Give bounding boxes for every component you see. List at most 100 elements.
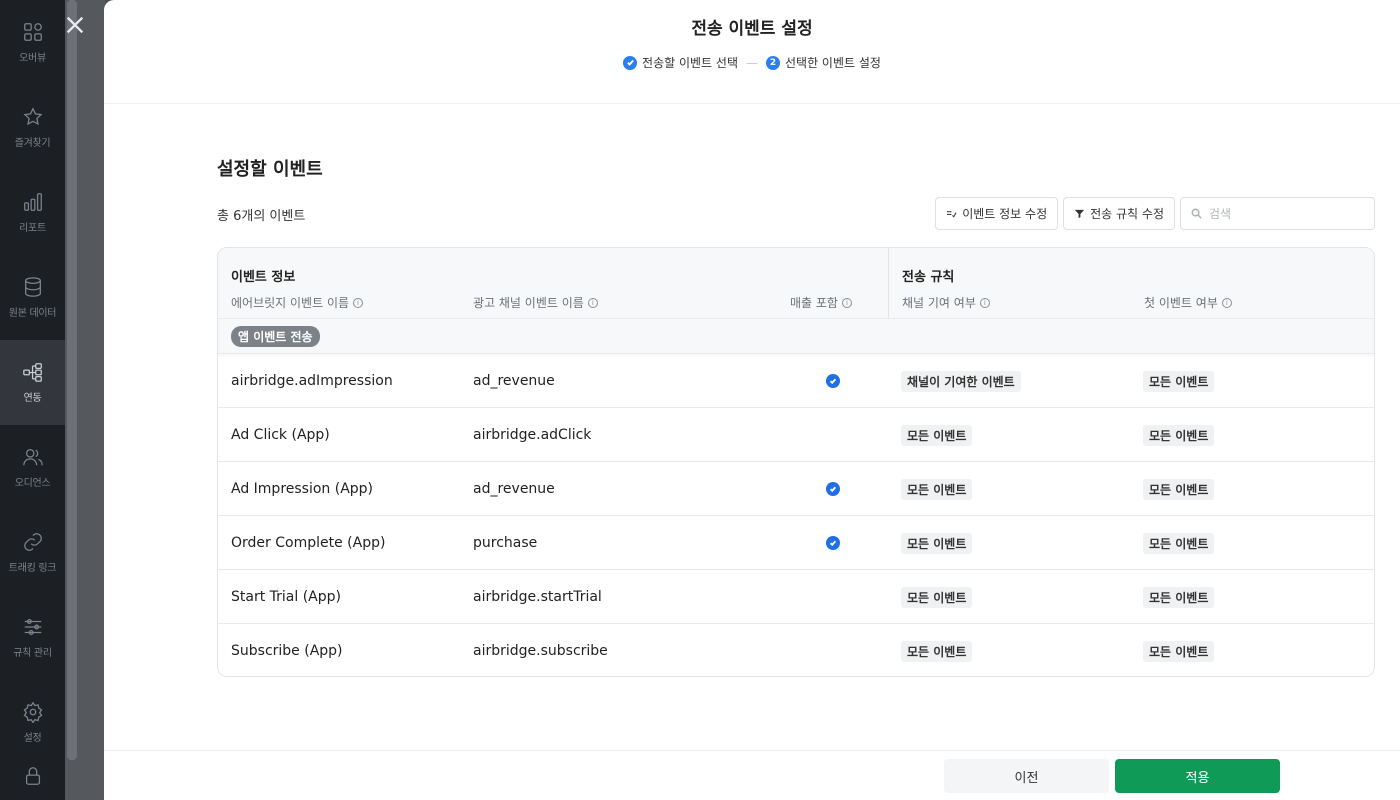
apply-button[interactable]: 적용 [1115, 759, 1280, 793]
filter-icon [1075, 209, 1085, 219]
info-icon[interactable]: i [353, 297, 364, 308]
sidebar-item-overview[interactable]: 오버뷰 [0, 0, 65, 85]
cell-revenue [826, 516, 840, 570]
search-input[interactable] [1209, 206, 1359, 221]
airbridge-event-name: airbridge.adImpression [231, 373, 393, 389]
first-event-tag: 모든 이벤트 [1143, 532, 1215, 554]
table-row[interactable]: Start Trial (App) airbridge.startTrial 모든 … [218, 570, 1374, 624]
table-body: airbridge.adImpression ad_revenue 채널이 기여한 … [218, 354, 1374, 676]
event-count: 총 6개의 이벤트 [217, 209, 306, 224]
cell-attribution: 채널이 기여한 이벤트 [901, 354, 1021, 408]
bar-chart-icon [23, 193, 42, 211]
sidebar-item-audience[interactable]: 오디언스 [0, 425, 65, 510]
close-icon [66, 16, 84, 34]
table-row[interactable]: Order Complete (App) purchase 모든 이벤트 모든 이벤트 [218, 516, 1374, 570]
table-row[interactable]: airbridge.adImpression ad_revenue 채널이 기여한 … [218, 354, 1374, 408]
sidebar-item-label: 규칙 관리 [13, 648, 52, 659]
cell-first-event: 모든 이벤트 [1143, 408, 1215, 462]
step-label: 전송할 이벤트 선택 [642, 56, 738, 70]
column-label: 첫 이벤트 여부 [1144, 296, 1218, 310]
first-event-tag: 모든 이벤트 [1143, 640, 1215, 662]
events-table: 이벤트 정보 전송 규칙 에어브릿지 이벤트 이름 i 광고 채널 이벤트 이름… [217, 247, 1375, 677]
column-label: 매출 포함 [790, 296, 838, 310]
step-configure-events: 2 선택한 이벤트 설정 [766, 54, 881, 71]
table-header: 이벤트 정보 전송 규칙 에어브릿지 이벤트 이름 i 광고 채널 이벤트 이름… [218, 248, 1374, 319]
sidebar-item-label: 오버뷰 [19, 53, 46, 64]
gear-icon [23, 701, 42, 723]
search-icon [1191, 208, 1202, 219]
sidebar-item-settings[interactable]: 설정 [0, 680, 65, 765]
cell-revenue [826, 354, 840, 408]
attribution-tag: 모든 이벤트 [901, 478, 973, 500]
check-circle-icon [826, 536, 840, 550]
sliders-icon [24, 619, 41, 635]
col-channel-event-name: 광고 채널 이벤트 이름 i [473, 294, 598, 311]
sidebar-item-label: 연동 [23, 393, 42, 404]
airbridge-event-name: Order Complete (App) [231, 535, 386, 551]
sidebar-item-label: 오디언스 [14, 478, 51, 489]
edit-event-info-button[interactable]: 이벤트 정보 수정 [935, 197, 1059, 230]
backdrop-scrollbar [67, 0, 77, 760]
cell-channel-name: purchase [473, 516, 537, 570]
sidebar-item-label: 원본 데이터 [8, 308, 57, 319]
cell-channel-name: airbridge.adClick [473, 408, 591, 462]
col-first-event: 첫 이벤트 여부 i [1144, 294, 1232, 311]
group-chip: 앱 이벤트 전송 [231, 326, 320, 347]
overview-icon [23, 23, 42, 41]
section-title: 설정할 이벤트 [217, 159, 323, 180]
info-icon[interactable]: i [1221, 297, 1232, 308]
first-event-tag: 모든 이벤트 [1143, 370, 1215, 392]
sidebar-item-reports[interactable]: 리포트 [0, 170, 65, 255]
first-event-tag: 모든 이벤트 [1143, 424, 1215, 446]
sidebar-item-favorites[interactable]: 즐겨찾기 [0, 85, 65, 170]
sidebar-item-integration[interactable]: 연동 [0, 340, 65, 425]
group-title-event-info: 이벤트 정보 [231, 270, 296, 285]
column-label: 채널 기여 여부 [902, 296, 976, 310]
cell-airbridge-name: Subscribe (App) [231, 624, 343, 676]
sidebar-item-tracking-link[interactable]: 트래킹 링크 [0, 510, 65, 595]
edit-list-icon [947, 211, 957, 218]
airbridge-event-name: Ad Click (App) [231, 427, 330, 443]
step-number: 2 [766, 55, 780, 70]
first-event-tag: 모든 이벤트 [1143, 586, 1215, 608]
col-channel-attribution: 채널 기여 여부 i [902, 294, 990, 311]
column-label: 에어브릿지 이벤트 이름 [231, 296, 350, 310]
cell-channel-name: ad_revenue [473, 462, 555, 516]
channel-event-name: airbridge.startTrial [473, 589, 602, 605]
modal-title: 전송 이벤트 설정 [691, 19, 813, 39]
cell-airbridge-name: Ad Impression (App) [231, 462, 373, 516]
edit-send-rule-label: 전송 규칙 수정 [1090, 207, 1164, 221]
table-row[interactable]: Ad Click (App) airbridge.adClick 모든 이벤트 모든 … [218, 408, 1374, 462]
sidebar-item-label: 즐겨찾기 [14, 138, 51, 149]
channel-event-name: airbridge.subscribe [473, 643, 608, 659]
cell-first-event: 모든 이벤트 [1143, 570, 1215, 624]
edit-send-rule-button[interactable]: 전송 규칙 수정 [1063, 197, 1175, 230]
close-button[interactable] [62, 12, 88, 38]
search-box[interactable] [1180, 197, 1375, 230]
cell-attribution: 모든 이벤트 [901, 570, 973, 624]
attribution-tag: 모든 이벤트 [901, 424, 973, 446]
toolbar: 이벤트 정보 수정 전송 규칙 수정 [935, 197, 1375, 230]
cell-attribution: 모든 이벤트 [901, 516, 973, 570]
attribution-tag: 모든 이벤트 [901, 586, 973, 608]
attribution-tag: 모든 이벤트 [901, 640, 973, 662]
star-icon [23, 107, 42, 126]
info-icon[interactable]: i [979, 297, 990, 308]
cell-first-event: 모든 이벤트 [1143, 354, 1215, 408]
channel-event-name: ad_revenue [473, 373, 555, 389]
table-row[interactable]: Subscribe (App) airbridge.subscribe 모든 이벤트… [218, 624, 1374, 676]
airbridge-event-name: Subscribe (App) [231, 643, 343, 659]
info-icon[interactable]: i [841, 297, 852, 308]
sidebar-item-lock[interactable] [0, 765, 65, 800]
sidebar-item-raw-data[interactable]: 원본 데이터 [0, 255, 65, 340]
cell-airbridge-name: airbridge.adImpression [231, 354, 393, 408]
sidebar-item-label: 설정 [23, 733, 42, 744]
cell-attribution: 모든 이벤트 [901, 462, 973, 516]
cell-channel-name: airbridge.startTrial [473, 570, 602, 624]
table-row[interactable]: Ad Impression (App) ad_revenue 모든 이벤트 모든 이벤… [218, 462, 1374, 516]
channel-event-name: purchase [473, 535, 538, 551]
sidebar-item-rules[interactable]: 규칙 관리 [0, 595, 65, 680]
prev-button[interactable]: 이전 [944, 759, 1109, 793]
attribution-tag: 모든 이벤트 [901, 532, 973, 554]
info-icon[interactable]: i [587, 297, 598, 308]
